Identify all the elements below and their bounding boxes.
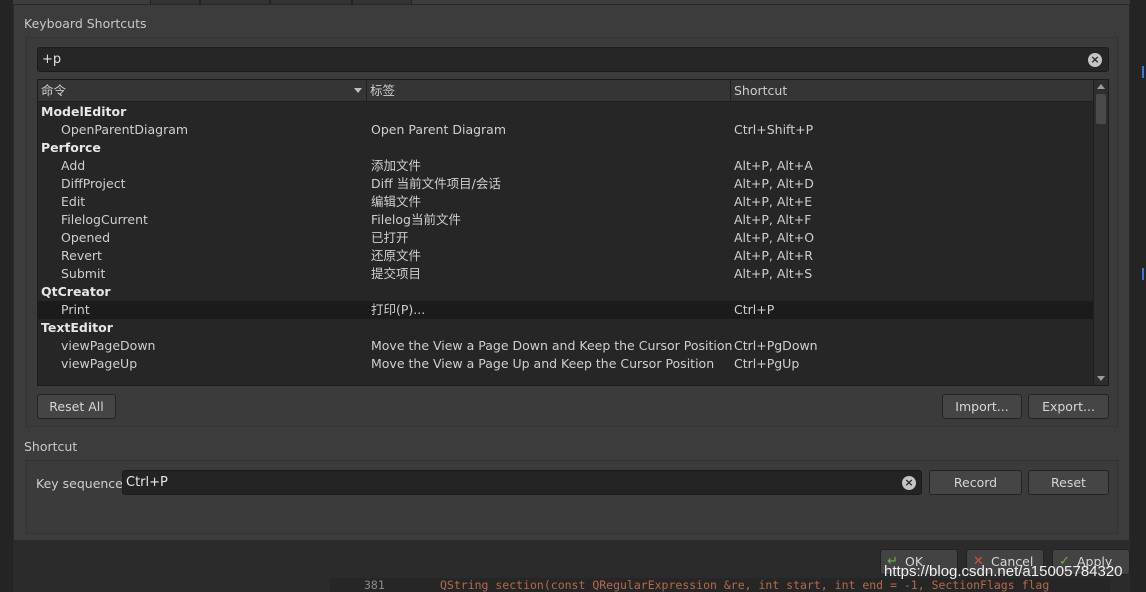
clear-filter-icon[interactable]: × — [1088, 53, 1102, 67]
sort-descending-icon — [354, 88, 362, 93]
command-cell: ModelEditor — [41, 104, 127, 119]
record-button[interactable]: Record — [929, 470, 1022, 495]
label-cell: 还原文件 — [371, 248, 422, 263]
label-cell: 打印(P)... — [371, 302, 426, 317]
filter-input-value: +p — [42, 52, 62, 67]
code-text: QString section(const QRegularExpression… — [440, 578, 1050, 592]
tree-row[interactable]: Revert 还原文件 Alt+P, Alt+R — [38, 247, 1094, 265]
key-sequence-value: Ctrl+P — [126, 475, 168, 490]
command-cell: TextEditor — [41, 320, 113, 335]
key-sequence-input[interactable]: Ctrl+P × — [122, 470, 922, 495]
scroll-thumb[interactable] — [1096, 94, 1106, 124]
column-header-label[interactable]: 标签 — [367, 80, 731, 102]
label-cell: 编辑文件 — [371, 194, 422, 209]
watermark-text: https://blog.csdn.net/a15005784320 — [884, 563, 1123, 580]
shortcut-cell: Alt+P, Alt+R — [734, 248, 813, 263]
command-cell: OpenParentDiagram — [61, 122, 189, 137]
background-editor-line: 381 QString section(const QRegularExpres… — [330, 578, 1110, 592]
reset-button[interactable]: Reset — [1028, 470, 1109, 495]
filter-input[interactable]: +p × — [37, 47, 1109, 72]
line-number: 381 — [364, 578, 385, 592]
marker — [1142, 268, 1144, 280]
command-cell: FilelogCurrent — [61, 212, 148, 227]
command-cell: Submit — [61, 266, 106, 281]
left-background-strip — [0, 0, 13, 592]
clear-key-sequence-icon[interactable]: × — [902, 476, 916, 490]
command-cell: DiffProject — [61, 176, 126, 191]
key-sequence-label: Key sequence: — [36, 476, 128, 491]
command-cell: viewPageUp — [61, 356, 138, 371]
label-cell: Move the View a Page Up and Keep the Cur… — [371, 356, 715, 371]
keyboard-options-panel: Keyboard Shortcuts +p × 命令 标签 Shortcut M… — [13, 4, 1130, 541]
label-cell: 已打开 — [371, 230, 409, 245]
shortcuts-tree[interactable]: 命令 标签 Shortcut ModelEditor OpenParentDiag… — [37, 79, 1109, 386]
shortcut-cell: Alt+P, Alt+A — [734, 158, 813, 173]
export-button[interactable]: Export... — [1028, 394, 1109, 419]
label-cell: Diff 当前文件项目/会话 — [371, 176, 501, 191]
shortcut-cell: Ctrl+Shift+P — [734, 122, 814, 137]
marker — [1142, 66, 1144, 78]
command-cell: Print — [61, 302, 90, 317]
label-cell: 提交项目 — [371, 266, 422, 281]
tree-row[interactable]: Opened 已打开 Alt+P, Alt+O — [38, 229, 1094, 247]
tree-row[interactable]: OpenParentDiagram Open Parent Diagram Ctrl… — [38, 121, 1094, 139]
column-header-command[interactable]: 命令 — [38, 80, 367, 102]
shortcut-cell: Alt+P, Alt+F — [734, 212, 812, 227]
tree-row[interactable]: Print 打印(P)... Ctrl+P — [38, 301, 1094, 319]
label-cell: 添加文件 — [371, 158, 422, 173]
reset-all-button[interactable]: Reset All — [37, 394, 116, 419]
tree-row[interactable]: Add 添加文件 Alt+P, Alt+A — [38, 157, 1094, 175]
shortcut-cell: Ctrl+P — [734, 302, 775, 317]
shortcut-cell: Alt+P, Alt+S — [734, 266, 813, 281]
tree-category-row[interactable]: ModelEditor — [38, 103, 1094, 121]
scroll-up-arrow-icon[interactable] — [1097, 84, 1105, 89]
column-header-label-text: 标签 — [370, 83, 396, 98]
shortcut-cell: Ctrl+PgUp — [734, 356, 800, 371]
tree-header: 命令 标签 Shortcut — [38, 80, 1094, 102]
group-title-keyboard-shortcuts: Keyboard Shortcuts — [24, 16, 147, 31]
group-title-shortcut: Shortcut — [24, 439, 78, 454]
tree-row[interactable]: viewPageUp Move the View a Page Up and Ke… — [38, 355, 1094, 373]
column-header-command-label: 命令 — [41, 83, 67, 98]
command-cell: viewPageDown — [61, 338, 156, 353]
column-header-shortcut[interactable]: Shortcut — [731, 80, 1094, 102]
tree-vertical-scrollbar[interactable] — [1093, 80, 1108, 385]
shortcut-cell: Alt+P, Alt+E — [734, 194, 813, 209]
command-cell: QtCreator — [41, 284, 111, 299]
tree-row[interactable]: DiffProject Diff 当前文件项目/会话 Alt+P, Alt+D — [38, 175, 1094, 193]
import-button[interactable]: Import... — [942, 394, 1022, 419]
tree-category-row[interactable]: TextEditor — [38, 319, 1094, 337]
tree-category-row[interactable]: Perforce — [38, 139, 1094, 157]
tree-row[interactable]: viewPageDown Move the View a Page Down an… — [38, 337, 1094, 355]
shortcut-cell: Alt+P, Alt+D — [734, 176, 814, 191]
tree-rows: ModelEditor OpenParentDiagram Open Parent … — [38, 103, 1094, 373]
command-cell: Add — [61, 158, 86, 173]
tree-row[interactable]: FilelogCurrent Filelog当前文件 Alt+P, Alt+F — [38, 211, 1094, 229]
scroll-down-arrow-icon[interactable] — [1097, 376, 1105, 381]
column-header-shortcut-text: Shortcut — [734, 83, 788, 98]
command-cell: Edit — [61, 194, 86, 209]
right-background-strip — [1130, 0, 1146, 592]
command-cell: Revert — [61, 248, 102, 263]
shortcut-cell: Ctrl+PgDown — [734, 338, 818, 353]
label-cell: Filelog当前文件 — [371, 212, 461, 227]
shortcut-cell: Alt+P, Alt+O — [734, 230, 815, 245]
label-cell: Open Parent Diagram — [371, 122, 507, 137]
tree-category-row[interactable]: QtCreator — [38, 283, 1094, 301]
tree-row[interactable]: Edit 编辑文件 Alt+P, Alt+E — [38, 193, 1094, 211]
label-cell: Move the View a Page Down and Keep the C… — [371, 338, 733, 353]
tree-row[interactable]: Submit 提交项目 Alt+P, Alt+S — [38, 265, 1094, 283]
command-cell: Perforce — [41, 140, 101, 155]
command-cell: Opened — [61, 230, 111, 245]
